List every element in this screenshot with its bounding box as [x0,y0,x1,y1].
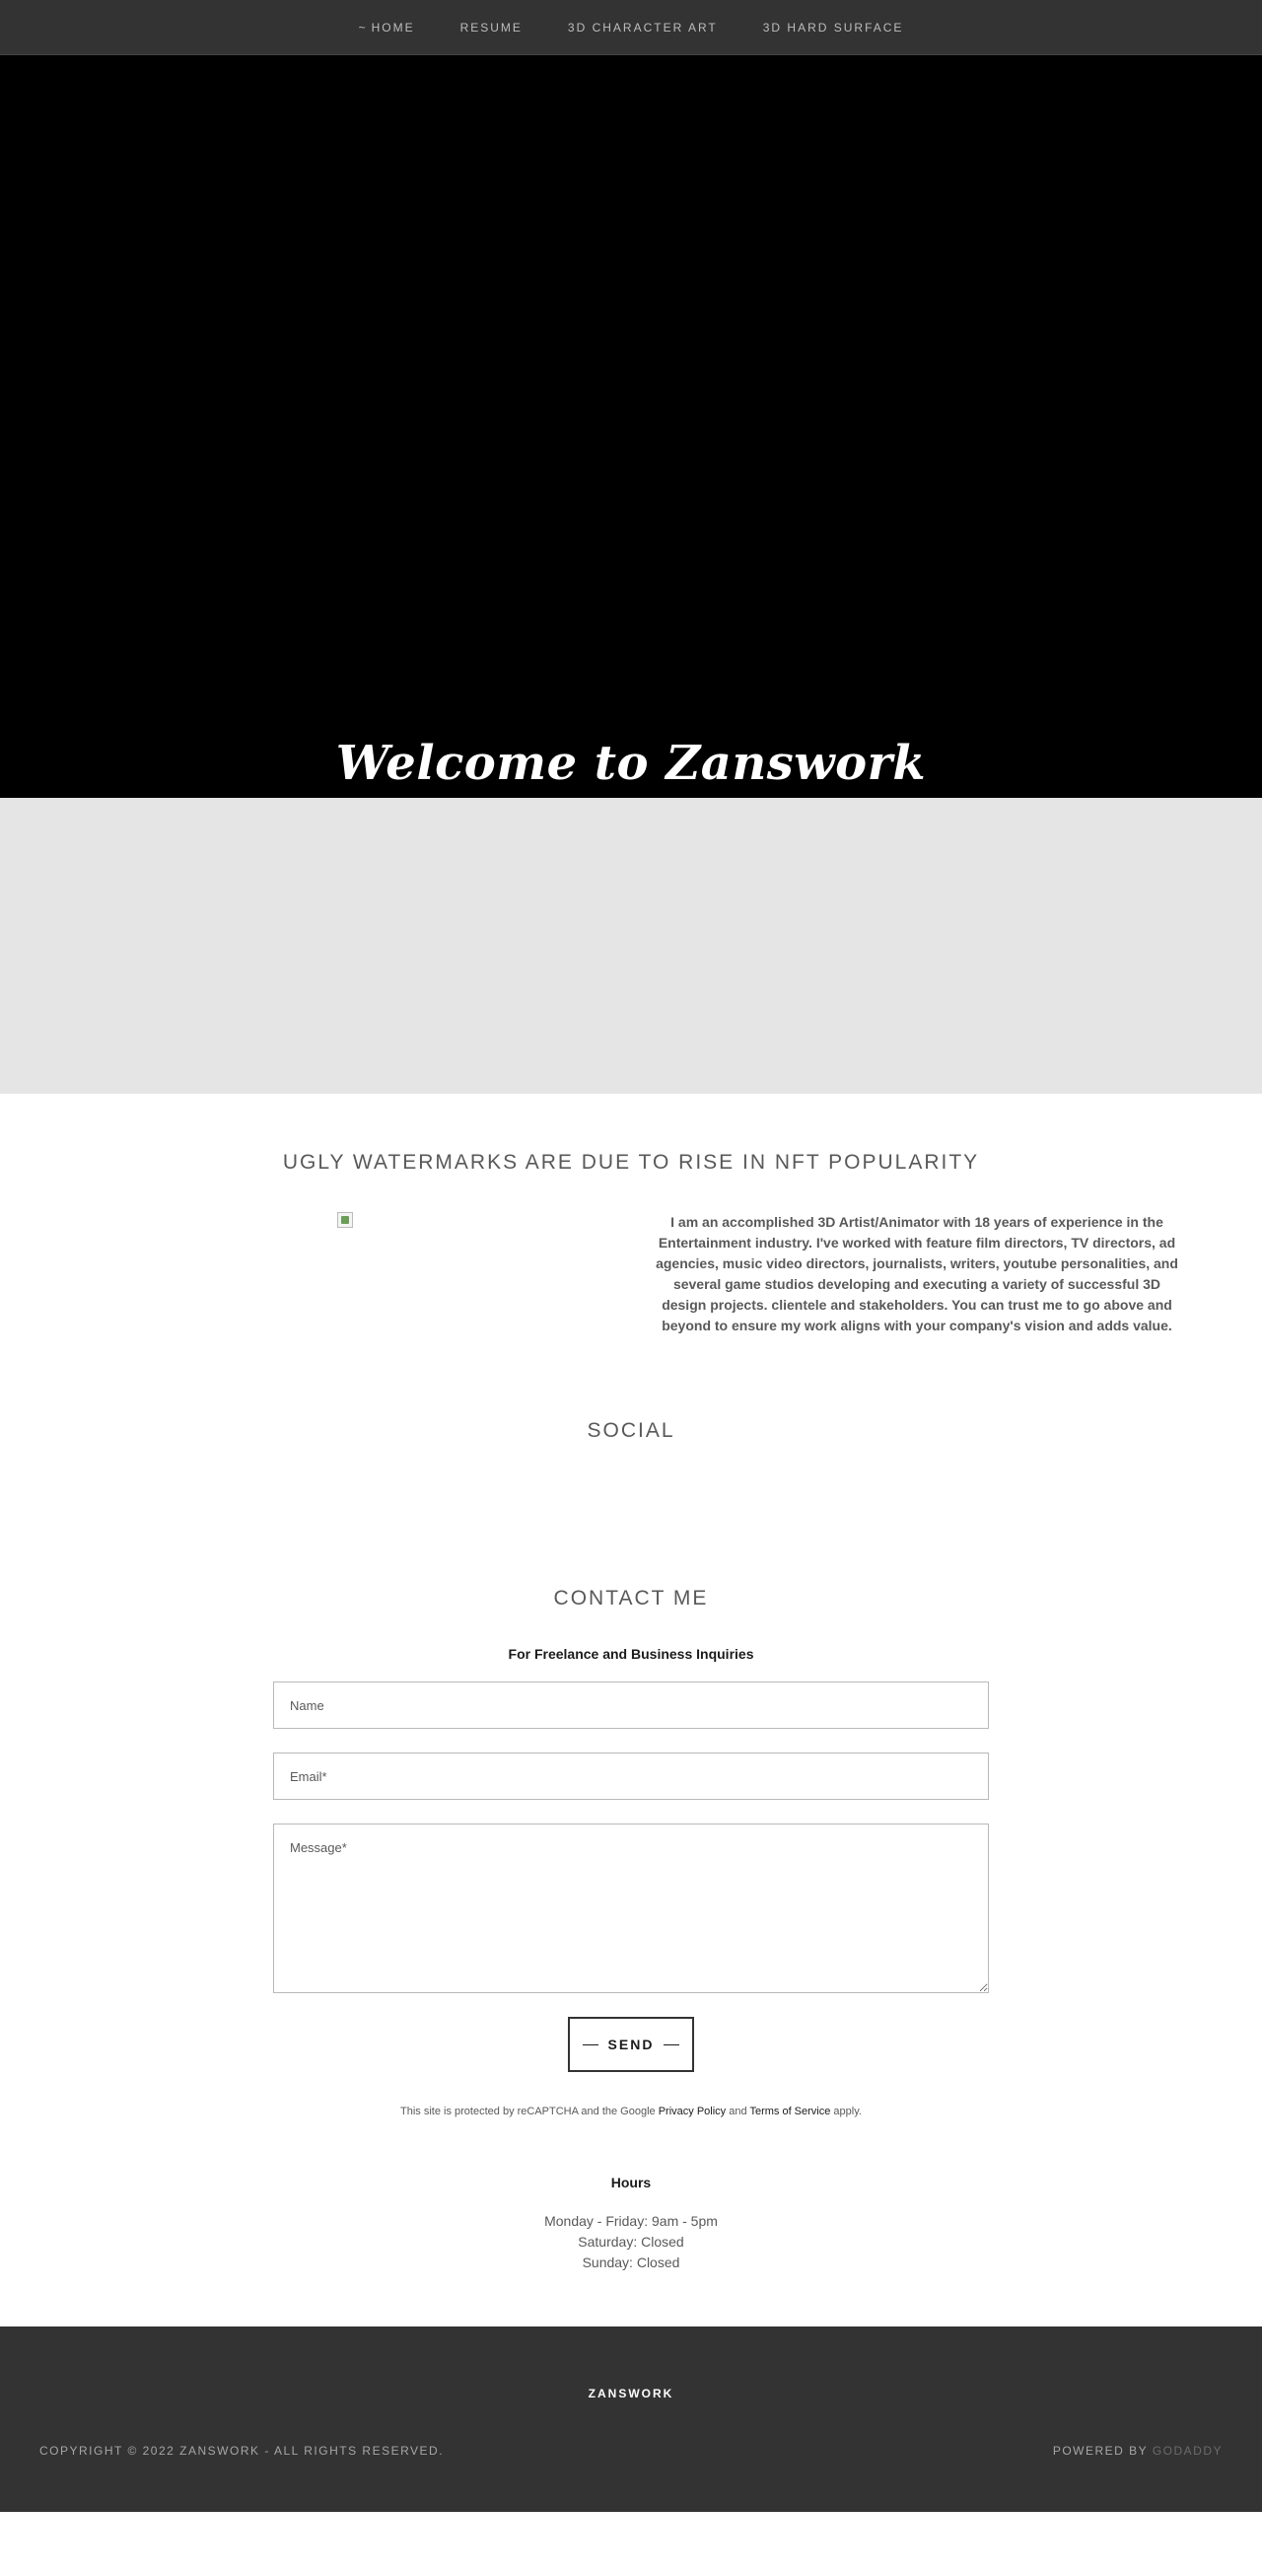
hours-line: Sunday: Closed [582,2254,680,2270]
about-section: UGLY WATERMARKS ARE DUE TO RISE IN NFT P… [0,1094,1262,1409]
hours-line: Monday - Friday: 9am - 5pm [544,2213,718,2229]
nav-item-home-label: HOME [371,20,415,35]
nav-item-3d-character-art[interactable]: 3D CHARACTER ART [545,21,740,35]
recaptcha-and: and [726,2106,750,2117]
about-row: I am an accomplished 3D Artist/Animator … [0,1212,1262,1409]
recaptcha-apply: apply. [830,2106,862,2117]
nav-item-home[interactable]: ~ HOME [336,21,438,35]
name-field[interactable] [273,1682,989,1729]
footer-powered-by: POWERED BY GODADDY [1053,2444,1223,2458]
about-text: I am an accomplished 3D Artist/Animator … [656,1214,1178,1333]
social-heading: SOCIAL [587,1419,675,1442]
contact-form: SEND [273,1682,989,2072]
godaddy-link[interactable]: GODADDY [1153,2444,1223,2458]
hours-line: Saturday: Closed [578,2234,684,2250]
footer: ZANSWORK COPYRIGHT © 2022 ZANSWORK - ALL… [0,2326,1262,2512]
contact-heading: CONTACT ME [553,1587,709,1610]
privacy-policy-link[interactable]: Privacy Policy [659,2106,726,2117]
hours-title: Hours [610,2175,652,2190]
contact-section: CONTACT ME For Freelance and Business In… [0,1587,1262,2273]
nav-item-3d-hard-surface-label: 3D HARD SURFACE [762,20,904,35]
send-wrap: SEND [273,2017,989,2072]
hours-list: Monday - Friday: 9am - 5pm Saturday: Clo… [0,2211,1262,2273]
nav-home-prefix: ~ [358,20,368,35]
powered-by-prefix: POWERED BY [1052,2444,1153,2458]
nav-item-resume-label: RESUME [459,20,523,35]
terms-of-service-link[interactable]: Terms of Service [749,2106,830,2117]
hero-section: Welcome to Zanswork [0,55,1262,798]
nav-item-3d-hard-surface[interactable]: 3D HARD SURFACE [740,21,927,35]
recaptcha-prefix: This site is protected by reCAPTCHA and … [400,2106,659,2117]
footer-brand: ZANSWORK [588,2387,674,2400]
dash-left-icon [582,2043,598,2045]
nav-item-3d-character-art-label: 3D CHARACTER ART [567,20,718,35]
send-button[interactable]: SEND [568,2017,694,2072]
email-field[interactable] [273,1753,989,1800]
broken-image-icon [337,1212,353,1228]
send-label: SEND [607,2037,655,2052]
recaptcha-notice: This site is protected by reCAPTCHA and … [0,2106,1262,2117]
message-field[interactable] [273,1824,989,1993]
gallery-band [0,798,1262,1094]
dash-right-icon [664,2043,680,2045]
nav-item-resume[interactable]: RESUME [438,21,545,35]
social-section: SOCIAL [0,1409,1262,1587]
top-nav: ~ HOME RESUME 3D CHARACTER ART 3D HARD S… [0,0,1262,55]
hero-title: Welcome to Zanswork [335,736,927,791]
footer-copyright: COPYRIGHT © 2022 ZANSWORK - ALL RIGHTS R… [39,2444,445,2458]
about-heading: UGLY WATERMARKS ARE DUE TO RISE IN NFT P… [282,1151,980,1174]
contact-subheading: For Freelance and Business Inquiries [508,1646,754,1662]
